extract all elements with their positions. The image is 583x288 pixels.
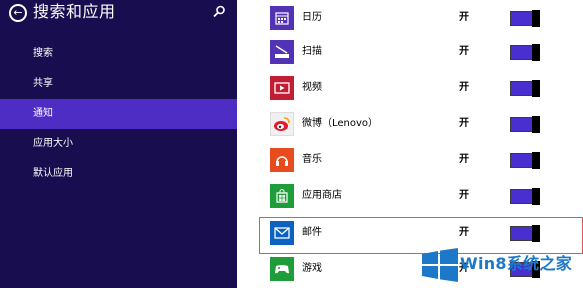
notification-toggle[interactable] <box>510 80 540 97</box>
notification-toggle[interactable] <box>510 10 540 27</box>
app-row-calendar: 日历 开 <box>237 0 583 36</box>
toggle-thumb[interactable] <box>532 116 540 133</box>
sidebar-item-search[interactable]: 搜索 <box>0 39 237 69</box>
toggle-state-label: 开 <box>459 190 469 201</box>
toggle-state-label: 开 <box>459 154 469 165</box>
page-title: 搜索和应用 <box>33 2 116 21</box>
notification-toggle[interactable] <box>510 188 540 205</box>
notification-toggle[interactable] <box>510 152 540 169</box>
app-name: 扫描 <box>302 46 322 57</box>
toggle-thumb[interactable] <box>532 10 540 27</box>
calendar-icon <box>270 6 294 30</box>
toggle-thumb[interactable] <box>532 80 540 97</box>
app-name: 应用商店 <box>302 190 342 201</box>
settings-sidebar: ← 搜索和应用 搜索 共享 通知 应用大小 默认应用 <box>0 0 237 288</box>
toggle-state-label: 开 <box>459 82 469 93</box>
games-icon <box>270 257 294 281</box>
app-row-video: 视频 开 <box>237 70 583 106</box>
toggle-state-label: 开 <box>459 12 469 23</box>
app-name: 视频 <box>302 82 322 93</box>
music-icon <box>270 148 294 172</box>
sidebar-item-notifications[interactable]: 通知 <box>0 99 237 129</box>
app-row-weibo: 微博（Lenovo） 开 <box>237 106 583 142</box>
watermark-text: Win8系统之家 <box>460 254 573 273</box>
search-icon[interactable] <box>212 5 226 19</box>
app-name: 微博（Lenovo） <box>302 118 379 129</box>
toggle-state-label: 开 <box>459 118 469 129</box>
toggle-thumb[interactable] <box>532 44 540 61</box>
app-name: 音乐 <box>302 154 322 165</box>
back-arrow-icon[interactable]: ← <box>9 4 27 22</box>
sidebar-item-default-apps[interactable]: 默认应用 <box>0 159 237 189</box>
app-name: 日历 <box>302 12 322 23</box>
app-name: 游戏 <box>302 263 322 274</box>
app-row-scan: 扫描 开 <box>237 34 583 70</box>
sidebar-item-share[interactable]: 共享 <box>0 69 237 99</box>
app-row-music: 音乐 开 <box>237 142 583 178</box>
weibo-icon <box>270 112 294 136</box>
toggle-thumb[interactable] <box>532 152 540 169</box>
toggle-thumb[interactable] <box>532 188 540 205</box>
app-row-store: 应用商店 开 <box>237 178 583 214</box>
sidebar-item-app-sizes[interactable]: 应用大小 <box>0 129 237 159</box>
scanner-icon <box>270 40 294 64</box>
store-icon <box>270 184 294 208</box>
toggle-state-label: 开 <box>459 46 469 57</box>
notification-toggle[interactable] <box>510 116 540 133</box>
video-icon <box>270 76 294 100</box>
notification-toggle[interactable] <box>510 44 540 61</box>
